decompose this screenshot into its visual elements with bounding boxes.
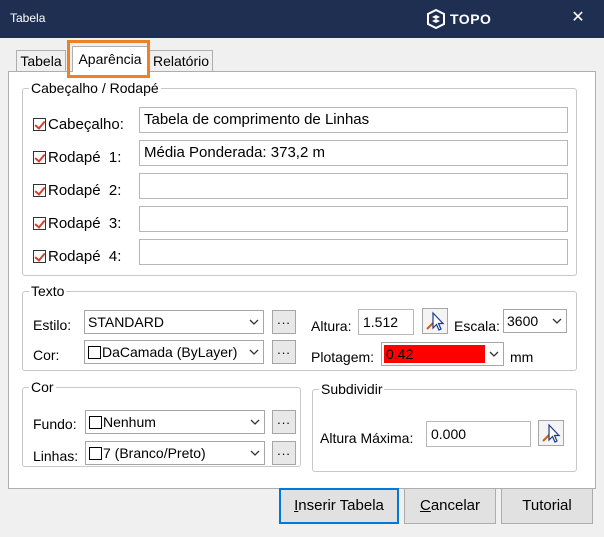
plot-color-select[interactable]: 0.42 [381, 342, 504, 366]
background-browse-button[interactable]: ... [272, 410, 296, 434]
height-label: Altura: [311, 318, 352, 334]
close-button[interactable]: ✕ [566, 6, 590, 30]
max-height-input[interactable]: 0.000 [426, 421, 531, 447]
footer1-input[interactable]: Média Ponderada: 373,2 m [139, 140, 568, 166]
scale-select[interactable]: 3600 [503, 309, 567, 333]
footer4-checkbox-row[interactable]: Rodapé 4: [33, 243, 121, 269]
footer2-checkbox[interactable] [33, 183, 46, 197]
chevron-down-icon [249, 319, 259, 325]
insert-table-button[interactable]: Inserir Tabela [279, 488, 399, 524]
close-icon: ✕ [571, 9, 585, 26]
color-group: Cor Fundo: Nenhum ... Linhas: 7 (Branco/… [22, 378, 301, 467]
header-label: Cabeçalho: [48, 115, 124, 133]
tab-label: Tabela [20, 53, 62, 69]
tab-tabela[interactable]: Tabela [16, 50, 66, 72]
footer3-label: Rodapé 3: [48, 214, 122, 232]
cursor-pick-icon [542, 423, 561, 443]
cancel-button[interactable]: Cancelar [404, 488, 496, 524]
footer2-checkbox-row[interactable]: Rodapé 2: [33, 177, 121, 203]
lines-browse-button[interactable]: ... [272, 441, 296, 465]
footer3-checkbox-row[interactable]: Rodapé 3: [33, 210, 121, 236]
footer1-checkbox[interactable] [33, 150, 46, 164]
color-group-legend: Cor [29, 378, 56, 396]
color-swatch [88, 346, 101, 359]
header-input[interactable]: Tabela de comprimento de Linhas [139, 107, 568, 133]
plot-label: Plotagem: [311, 349, 375, 365]
chevron-down-icon [552, 318, 562, 324]
footer4-checkbox[interactable] [33, 249, 46, 263]
header-footer-legend: Cabeçalho / Rodapé [29, 79, 161, 97]
plot-color-fill: 0.42 [384, 345, 485, 363]
window-title: Tabela [10, 11, 46, 25]
subdivide-legend: Subdividir [319, 380, 385, 398]
text-color-select[interactable]: DaCamada (ByLayer) [84, 340, 264, 364]
footer2-label: Rodapé 2: [48, 181, 122, 199]
tutorial-button[interactable]: Tutorial [501, 488, 593, 524]
background-select[interactable]: Nenhum [85, 410, 265, 434]
pick-height-button[interactable] [422, 308, 448, 334]
tab-aparencia[interactable]: Aparência [72, 46, 148, 72]
tab-relatorio[interactable]: Relatório [149, 50, 213, 72]
footer4-label: Rodapé 4: [48, 247, 122, 265]
tab-label: Aparência [78, 51, 142, 67]
footer2-input[interactable] [139, 173, 568, 199]
topo-logo-icon [427, 9, 445, 29]
footer1-checkbox-row[interactable]: Rodapé 1: [33, 144, 121, 170]
lines-value: 7 (Branco/Preto) [103, 445, 206, 461]
color-swatch [89, 416, 102, 429]
chevron-down-icon [250, 450, 260, 456]
style-select[interactable]: STANDARD [84, 310, 264, 334]
cancel-label: ancelar [430, 497, 481, 514]
style-value: STANDARD [88, 314, 164, 330]
background-value: Nenhum [103, 414, 156, 430]
header-footer-group: Cabeçalho / Rodapé Cabeçalho: Tabela de … [22, 79, 577, 276]
max-height-label: Altura Máxima: [320, 430, 414, 446]
footer3-checkbox[interactable] [33, 216, 46, 230]
text-group: Texto Estilo: STANDARD ... Cor: DaCamada… [22, 282, 577, 371]
style-browse-button[interactable]: ... [272, 310, 296, 334]
color-label: Cor: [33, 347, 60, 363]
tab-panel-aparencia: Cabeçalho / Rodapé Cabeçalho: Tabela de … [8, 71, 596, 489]
header-checkbox-row[interactable]: Cabeçalho: [33, 111, 124, 137]
unit-label: mm [510, 349, 534, 365]
logo-text: TOPO [450, 11, 492, 27]
chevron-down-icon [489, 351, 499, 357]
text-color-browse-button[interactable]: ... [272, 340, 296, 364]
tab-label: Relatório [152, 53, 210, 69]
footer4-input[interactable] [139, 239, 568, 265]
text-color-value: DaCamada (ByLayer) [102, 344, 238, 360]
header-checkbox[interactable] [33, 117, 46, 131]
subdivide-group: Subdividir Altura Máxima: 0.000 [312, 380, 577, 472]
text-legend: Texto [29, 282, 67, 300]
lines-label: Linhas: [33, 448, 79, 464]
insert-label: nserir Tabela [298, 497, 384, 514]
scale-value: 3600 [507, 313, 539, 329]
scale-label: Escala: [454, 318, 500, 334]
title-bar: Tabela TOPO ✕ [0, 0, 604, 38]
footer3-input[interactable] [139, 206, 568, 232]
chevron-down-icon [250, 419, 260, 425]
cancel-accelerator: C [419, 497, 431, 514]
style-label: Estilo: [33, 317, 72, 333]
chevron-down-icon [249, 349, 259, 355]
pick-max-height-button[interactable] [538, 420, 564, 446]
cursor-pick-icon [426, 311, 445, 331]
topo-logo: TOPO [426, 8, 491, 30]
background-label: Fundo: [33, 416, 77, 432]
height-input[interactable]: 1.512 [358, 309, 414, 335]
footer1-label: Rodapé 1: [48, 148, 122, 166]
color-swatch [89, 447, 102, 460]
lines-select[interactable]: 7 (Branco/Preto) [85, 441, 265, 465]
